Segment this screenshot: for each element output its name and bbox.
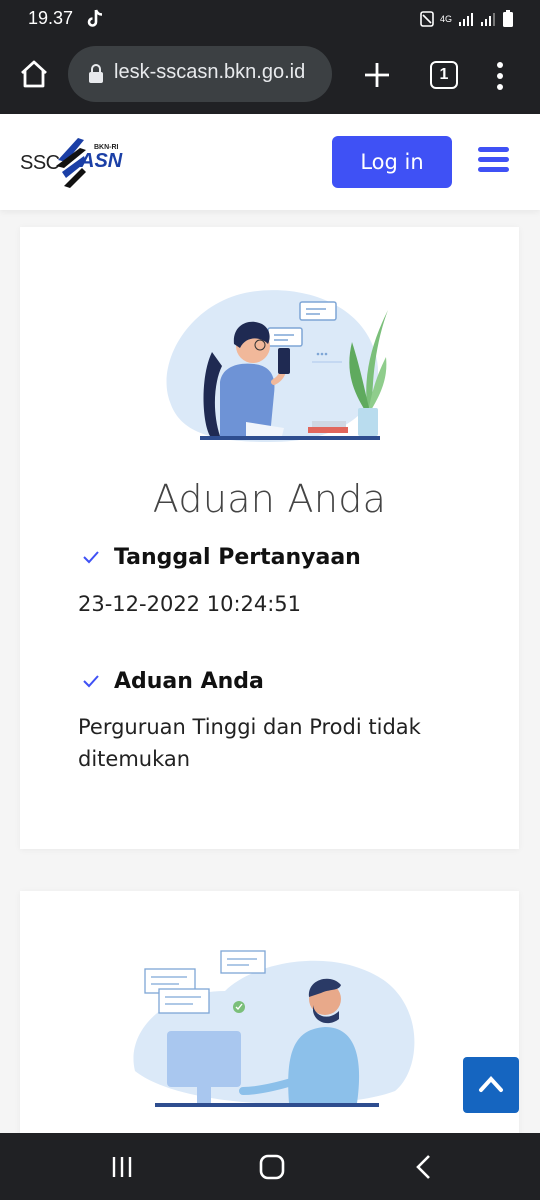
more-options-icon[interactable] [490, 60, 510, 92]
chevron-up-icon [479, 1076, 503, 1092]
date-label: Tanggal Pertanyaan [114, 545, 361, 570]
tab-switcher-button[interactable]: 1 [430, 61, 458, 89]
complaint-label: Aduan Anda [114, 669, 264, 694]
address-bar[interactable]: lesk-sscasn.bkn.go.id [68, 46, 332, 102]
status-time: 19.37 [28, 8, 74, 28]
browser-toolbar: lesk-sscasn.bkn.go.id 1 [0, 38, 540, 114]
man-computer-illustration [133, 950, 415, 1107]
check-icon [83, 675, 99, 688]
hamburger-menu-icon[interactable] [478, 147, 510, 175]
signal-icon-1 [459, 13, 473, 26]
home-nav-icon[interactable] [258, 1153, 286, 1181]
url-text: lesk-sscasn.bkn.go.id [114, 61, 306, 83]
battery-icon [503, 10, 513, 27]
lock-icon [89, 64, 103, 83]
answer-card [20, 891, 519, 1151]
recent-apps-icon[interactable] [110, 1155, 134, 1179]
back-to-top-button[interactable] [463, 1057, 519, 1113]
status-bar: 19.37 4G [0, 0, 540, 38]
new-tab-icon[interactable] [362, 60, 392, 90]
complaint-card: Aduan Anda Tanggal Pertanyaan 23-12-2022… [20, 227, 519, 849]
woman-phone-illustration [166, 290, 388, 442]
date-value: 23-12-2022 10:24:51 [78, 592, 302, 616]
system-nav-bar [0, 1133, 540, 1200]
logo-asn-text: ASN [80, 150, 123, 172]
complaint-title: Aduan Anda [152, 477, 387, 521]
sscasn-logo[interactable]: SSC BKN-RI ASN [20, 134, 124, 190]
login-button[interactable]: Log in [332, 136, 452, 188]
site-header: SSC BKN-RI ASN Log in [0, 114, 540, 210]
back-nav-icon[interactable] [412, 1153, 436, 1181]
silent-icon [420, 11, 434, 27]
status-icons: 4G [420, 10, 514, 28]
network-type-label: 4G [439, 13, 452, 24]
complaint-value: Perguruan Tinggi dan Prodi tidak ditemuk… [78, 715, 421, 771]
signal-icon-2 [481, 13, 495, 26]
home-icon[interactable] [18, 58, 50, 90]
check-icon [83, 551, 99, 564]
tiktok-icon [87, 9, 103, 27]
